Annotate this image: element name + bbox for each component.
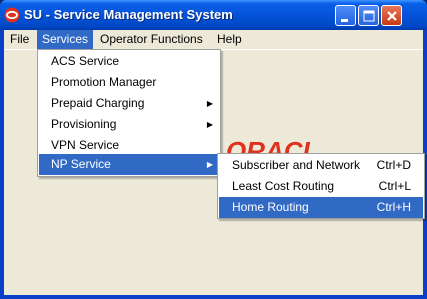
menu-item-label: Prepaid Charging	[51, 96, 145, 110]
menu-item-label: VPN Service	[51, 138, 120, 152]
menu-item-vpn-service[interactable]: VPN Service	[39, 135, 219, 156]
services-dropdown-menu: ACS Service Promotion Manager Prepaid Ch…	[37, 49, 221, 177]
menu-item-acs-service[interactable]: ACS Service	[39, 51, 219, 72]
menu-services[interactable]: Services	[37, 30, 94, 49]
close-button[interactable]	[381, 5, 402, 26]
menu-help[interactable]: Help	[212, 30, 247, 49]
chevron-right-icon: ▶	[206, 160, 213, 169]
chevron-right-icon: ▶	[206, 99, 213, 108]
title-bar[interactable]: SU - Service Management System	[0, 0, 427, 30]
window-title: SU - Service Management System	[24, 7, 233, 22]
oracle-logo-icon	[4, 7, 20, 23]
menu-item-home-routing[interactable]: Home Routing Ctrl+H	[219, 197, 423, 218]
menu-item-label: Provisioning	[51, 117, 117, 131]
menu-operator-functions[interactable]: Operator Functions	[95, 30, 208, 49]
menu-item-label: NP Service	[51, 157, 111, 171]
window-frame-bottom	[0, 295, 427, 299]
menu-item-shortcut: Ctrl+H	[376, 200, 411, 214]
maximize-icon	[363, 10, 375, 22]
menu-item-subscriber-and-network[interactable]: Subscriber and Network Ctrl+D	[219, 155, 423, 176]
menu-item-label: Promotion Manager	[51, 75, 157, 89]
maximize-button[interactable]	[358, 5, 379, 26]
menu-item-provisioning[interactable]: Provisioning ▶	[39, 114, 219, 135]
menu-item-shortcut: Ctrl+L	[378, 179, 411, 193]
menu-item-shortcut: Ctrl+D	[376, 158, 411, 172]
menu-item-least-cost-routing[interactable]: Least Cost Routing Ctrl+L	[219, 176, 423, 197]
menu-item-label: Subscriber and Network	[232, 158, 361, 172]
menu-item-promotion-manager[interactable]: Promotion Manager	[39, 72, 219, 93]
chevron-right-icon: ▶	[206, 120, 213, 129]
menu-item-prepaid-charging[interactable]: Prepaid Charging ▶	[39, 93, 219, 114]
menu-item-label: ACS Service	[51, 54, 120, 68]
menu-item-label: Least Cost Routing	[232, 179, 335, 193]
menu-bar: File Services Operator Functions Help	[4, 30, 423, 50]
menu-item-np-service[interactable]: NP Service ▶	[39, 154, 219, 175]
close-icon	[387, 11, 397, 21]
menu-item-label: Home Routing	[232, 200, 309, 214]
minimize-button[interactable]	[335, 5, 356, 26]
menu-file[interactable]: File	[5, 30, 34, 49]
np-service-submenu: Subscriber and Network Ctrl+D Least Cost…	[217, 153, 425, 219]
minimize-icon	[341, 19, 348, 22]
